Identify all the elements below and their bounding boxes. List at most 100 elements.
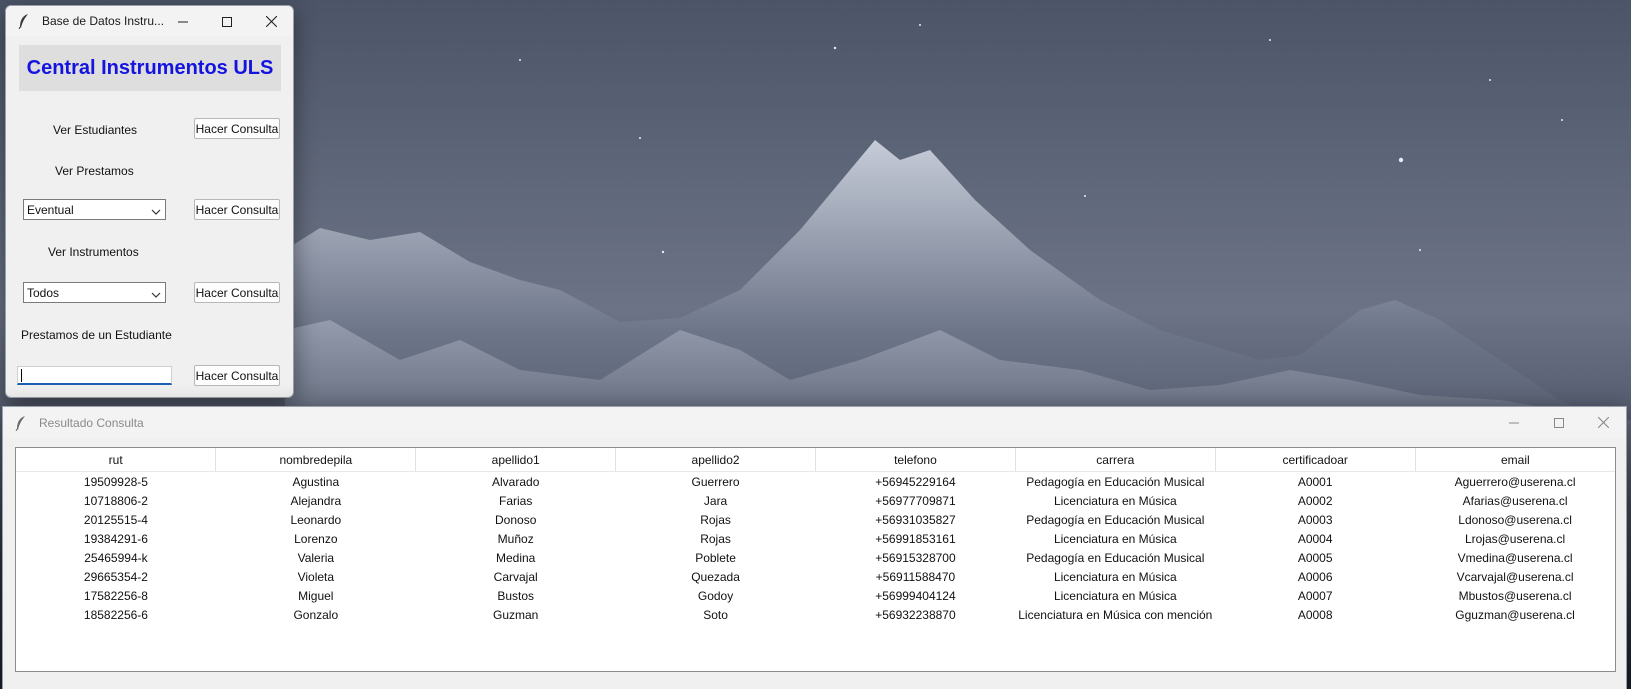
cell-certificadoar: A0008 bbox=[1297, 607, 1333, 622]
cell-telefono: +56932238870 bbox=[875, 607, 956, 622]
cell-apellido1: Bustos bbox=[497, 588, 535, 603]
cell-carrera: Licenciatura en Música con mención bbox=[1018, 607, 1213, 622]
cell-carrera: Licenciatura en Música bbox=[1053, 588, 1177, 603]
cell-rut: 19509928-5 bbox=[83, 474, 148, 489]
table-row[interactable]: 25465994-k Valeria Medina Poblete +569153287… bbox=[16, 548, 1615, 567]
cell-apellido2: Poblete bbox=[695, 550, 736, 565]
cell-email: Lrojas@userena.cl bbox=[1464, 531, 1566, 546]
column-header-rut[interactable]: rut bbox=[16, 448, 217, 472]
table-row[interactable]: 29665354-2 Violeta Carvajal Quezada +5691158… bbox=[16, 567, 1615, 586]
cell-apellido2: Rojas bbox=[700, 512, 731, 527]
minimize-button[interactable] bbox=[1491, 407, 1536, 438]
main-window: Base de Datos Instru... Central Instrume… bbox=[5, 5, 294, 398]
cell-telefono: +56999404124 bbox=[875, 588, 956, 603]
minimize-button[interactable] bbox=[161, 6, 205, 36]
result-window: Resultado Consulta rut nombredepila apel… bbox=[2, 406, 1627, 689]
prestamos-estudiante-label: Prestamos de un Estudiante bbox=[21, 328, 172, 342]
column-header-apellido1[interactable]: apellido1 bbox=[415, 448, 617, 472]
chevron-down-icon bbox=[151, 205, 161, 219]
cell-telefono: +56991853161 bbox=[875, 531, 956, 546]
query-prestamos-button[interactable]: Hacer Consulta bbox=[194, 199, 280, 220]
table-header-row: rut nombredepila apellido1 apellido2 tel… bbox=[16, 448, 1615, 472]
query-estudiante-prestamos-button[interactable]: Hacer Consulta bbox=[194, 365, 280, 386]
minimize-icon bbox=[1508, 413, 1519, 432]
cell-certificadoar: A0007 bbox=[1297, 588, 1333, 603]
query-estudiantes-button[interactable]: Hacer Consulta bbox=[194, 118, 280, 139]
prestamos-type-select[interactable]: Eventual bbox=[23, 199, 166, 220]
ver-instrumentos-label: Ver Instrumentos bbox=[48, 245, 139, 259]
results-table[interactable]: rut nombredepila apellido1 apellido2 tel… bbox=[15, 447, 1616, 672]
result-window-controls bbox=[1491, 407, 1626, 438]
close-button[interactable] bbox=[249, 6, 293, 36]
cell-apellido1: Guzman bbox=[493, 607, 539, 622]
cell-nombredepila: Agustina bbox=[292, 474, 340, 489]
cell-certificadoar: A0006 bbox=[1297, 569, 1333, 584]
cell-apellido1: Muñoz bbox=[497, 531, 534, 546]
instrumentos-filter-select[interactable]: Todos bbox=[23, 282, 166, 303]
column-header-certificadoar[interactable]: certificadoar bbox=[1215, 448, 1416, 472]
cell-nombredepila: Valeria bbox=[297, 550, 335, 565]
maximize-icon bbox=[1553, 413, 1564, 432]
feather-icon bbox=[14, 11, 34, 31]
cell-apellido1: Farias bbox=[499, 493, 533, 508]
app-header-title: Central Instrumentos ULS bbox=[19, 45, 281, 91]
cell-nombredepila: Violeta bbox=[297, 569, 335, 584]
cell-carrera: Pedagogía en Educación Musical bbox=[1026, 550, 1205, 565]
ver-prestamos-label: Ver Prestamos bbox=[55, 164, 134, 178]
close-button[interactable] bbox=[1581, 407, 1626, 438]
results-treeview: rut nombredepila apellido1 apellido2 tel… bbox=[16, 448, 1615, 624]
table-body: 19509928-5 Agustina Alvarado Guerrero +56945… bbox=[16, 472, 1615, 625]
column-header-telefono[interactable]: telefono bbox=[815, 448, 1016, 472]
cell-telefono: +56911588470 bbox=[875, 569, 956, 584]
cell-rut: 25465994-k bbox=[84, 550, 148, 565]
prestamos-type-value: Eventual bbox=[27, 202, 74, 217]
estudiante-rut-input[interactable] bbox=[17, 366, 172, 385]
query-instrumentos-button[interactable]: Hacer Consulta bbox=[194, 282, 280, 303]
cell-email: Afarias@userena.cl bbox=[1462, 493, 1568, 508]
cell-nombredepila: Lorenzo bbox=[294, 531, 338, 546]
column-header-nombredepila[interactable]: nombredepila bbox=[215, 448, 417, 472]
table-row[interactable]: 17582256-8 Miguel Bustos Godoy +56999404124 L… bbox=[16, 586, 1615, 605]
cell-certificadoar: A0002 bbox=[1297, 493, 1333, 508]
cell-rut: 17582256-8 bbox=[83, 588, 148, 603]
maximize-button[interactable] bbox=[1536, 407, 1581, 438]
table-row[interactable]: 20125515-4 Leonardo Donoso Rojas +5693103582… bbox=[16, 510, 1615, 529]
cell-apellido2: Jara bbox=[703, 493, 728, 508]
table-row[interactable]: 19384291-6 Lorenzo Muñoz Rojas +56991853161 L… bbox=[16, 529, 1615, 548]
cell-apellido1: Carvajal bbox=[493, 569, 538, 584]
cell-email: Vcarvajal@userena.cl bbox=[1456, 569, 1574, 584]
ver-estudiantes-label: Ver Estudiantes bbox=[53, 123, 138, 137]
cell-email: Gguzman@userena.cl bbox=[1455, 607, 1575, 622]
table-row[interactable]: 10718806-2 Alejandra Farias Jara +5697770987… bbox=[16, 491, 1615, 510]
cell-rut: 19384291-6 bbox=[83, 531, 148, 546]
cell-apellido2: Quezada bbox=[691, 569, 740, 584]
column-header-email[interactable]: email bbox=[1415, 448, 1615, 472]
result-window-title: Resultado Consulta bbox=[39, 415, 144, 430]
cell-nombredepila: Leonardo bbox=[290, 512, 342, 527]
cell-carrera: Pedagogía en Educación Musical bbox=[1026, 512, 1205, 527]
main-titlebar[interactable]: Base de Datos Instru... bbox=[6, 6, 293, 36]
cell-email: Mbustos@userena.cl bbox=[1458, 588, 1572, 603]
maximize-button[interactable] bbox=[205, 6, 249, 36]
cell-email: Ldonoso@userena.cl bbox=[1458, 512, 1572, 527]
table-row[interactable]: 19509928-5 Agustina Alvarado Guerrero +56945… bbox=[16, 472, 1615, 492]
instrumentos-filter-value: Todos bbox=[27, 285, 60, 300]
cell-apellido2: Soto bbox=[703, 607, 728, 622]
cell-nombredepila: Gonzalo bbox=[293, 607, 339, 622]
cell-apellido2: Rojas bbox=[700, 531, 731, 546]
cell-email: Vmedina@userena.cl bbox=[1457, 550, 1573, 565]
column-header-carrera[interactable]: carrera bbox=[1015, 448, 1216, 472]
result-titlebar[interactable]: Resultado Consulta bbox=[3, 407, 1626, 438]
cell-carrera: Pedagogía en Educación Musical bbox=[1026, 474, 1205, 489]
cell-nombredepila: Alejandra bbox=[290, 493, 342, 508]
cell-email: Aguerrero@userena.cl bbox=[1454, 474, 1576, 489]
cell-telefono: +56915328700 bbox=[875, 550, 956, 565]
column-header-apellido2[interactable]: apellido2 bbox=[615, 448, 816, 472]
cell-certificadoar: A0004 bbox=[1297, 531, 1333, 546]
cell-carrera: Licenciatura en Música bbox=[1053, 531, 1177, 546]
cell-rut: 10718806-2 bbox=[83, 493, 148, 508]
cell-certificadoar: A0005 bbox=[1297, 550, 1333, 565]
cell-apellido1: Donoso bbox=[495, 512, 537, 527]
maximize-icon bbox=[222, 12, 232, 31]
table-row[interactable]: 18582256-6 Gonzalo Guzman Soto +56932238870 L… bbox=[16, 605, 1615, 624]
